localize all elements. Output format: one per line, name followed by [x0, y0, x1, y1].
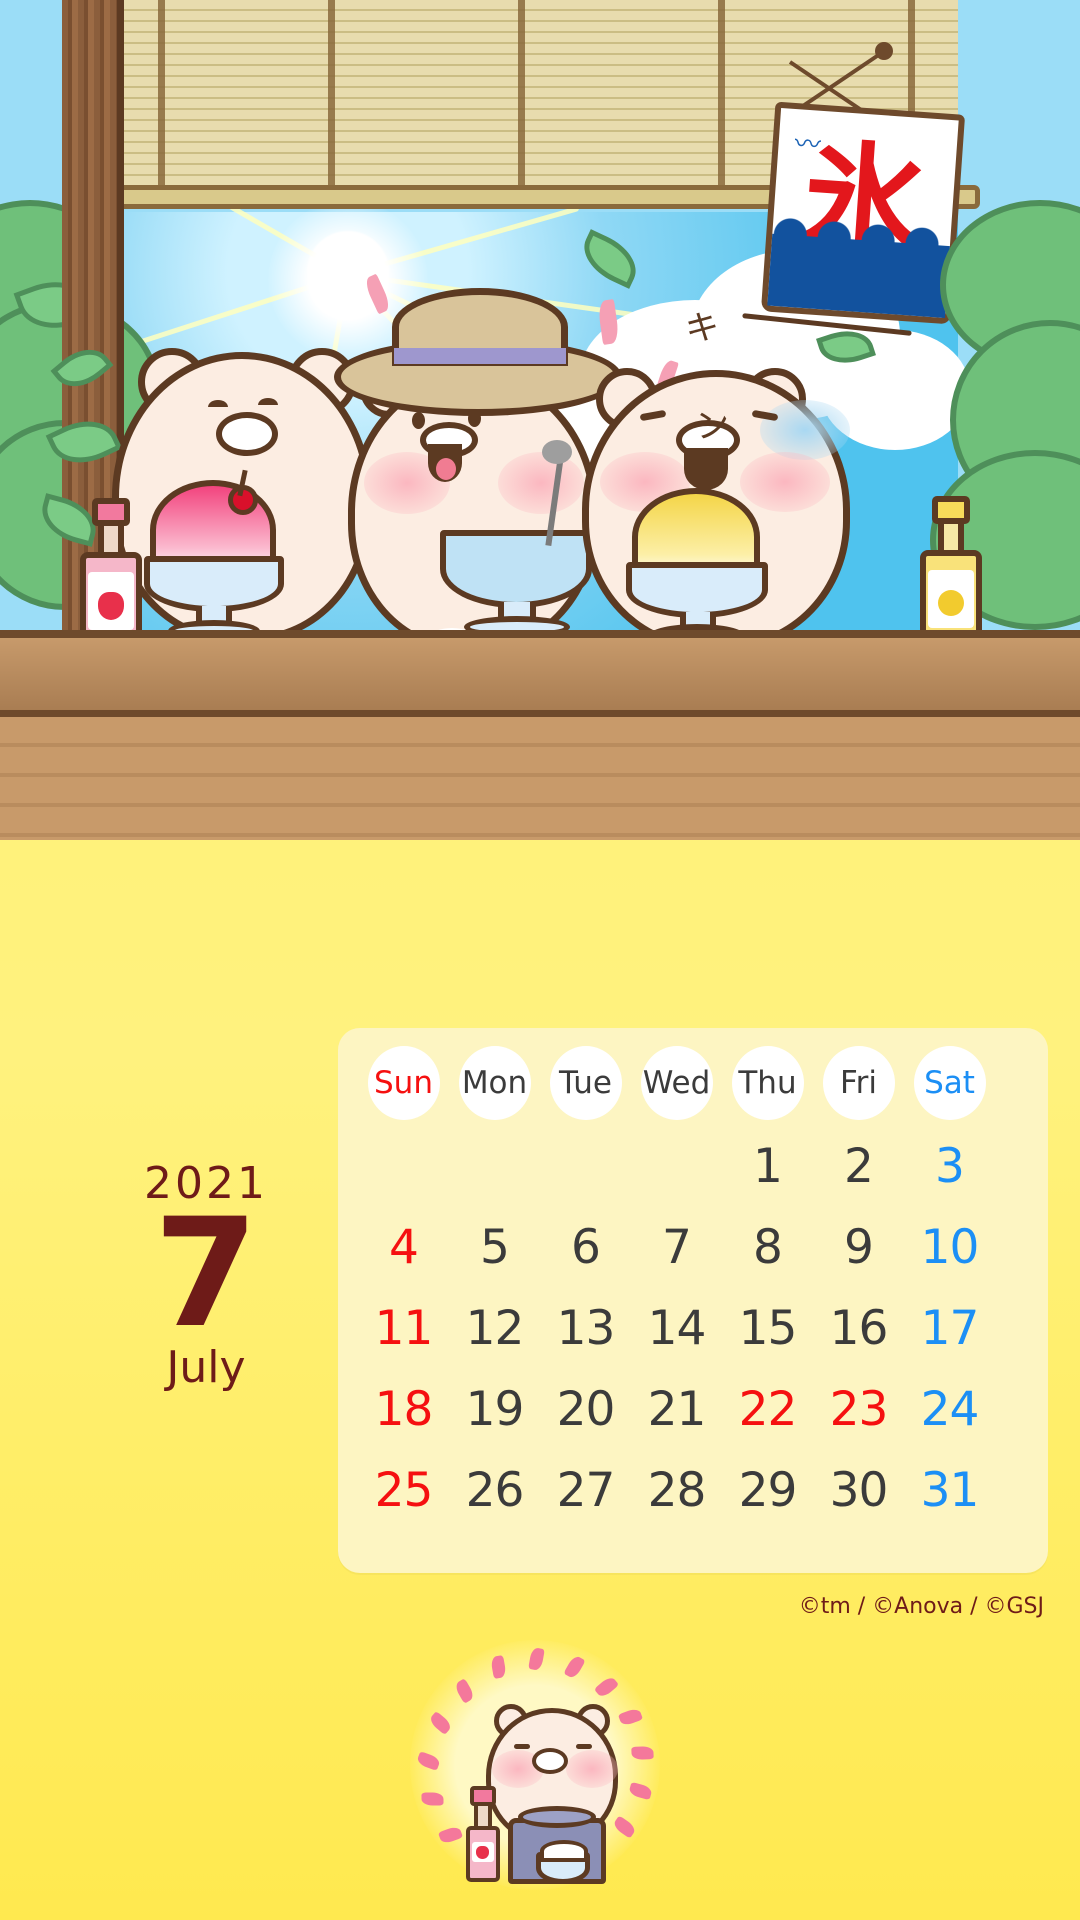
- calendar-day-23[interactable]: 23: [813, 1369, 904, 1450]
- calendar-day-8[interactable]: 8: [722, 1207, 813, 1288]
- weekday-label-sun: Sun: [367, 1046, 440, 1120]
- weekday-label-tue: Tue: [549, 1046, 622, 1120]
- calendar-day-27[interactable]: 27: [540, 1450, 631, 1531]
- weekday-cell: Fri: [813, 1046, 904, 1120]
- calendar-day-31[interactable]: 31: [904, 1450, 995, 1531]
- weekday-label-fri: Fri: [822, 1046, 895, 1120]
- mini-blush: [566, 1750, 618, 1788]
- calendar-day-19[interactable]: 19: [449, 1369, 540, 1450]
- wallpaper-page: 〰 氷 キーン 2021 7 July Sun Mon Tue Wed Thu …: [0, 0, 1080, 1920]
- banner-wave-pattern: [767, 233, 950, 318]
- wooden-deck: [0, 710, 1080, 840]
- ice-cup: [144, 556, 284, 612]
- bear-eye: [258, 398, 278, 412]
- weekday-label-mon: Mon: [458, 1046, 531, 1120]
- blush: [498, 452, 584, 514]
- calendar-day-12[interactable]: 12: [449, 1288, 540, 1369]
- calendar-day-22[interactable]: 22: [722, 1369, 813, 1450]
- calendar-day-11[interactable]: 11: [358, 1288, 449, 1369]
- mini-bottle-neck: [474, 1802, 492, 1830]
- calendar-day-empty: [540, 1126, 631, 1207]
- ice-banner: 〰 氷: [760, 101, 966, 325]
- calendar-day-28[interactable]: 28: [631, 1450, 722, 1531]
- month-number-label: 7: [153, 1187, 259, 1361]
- illustration-scene: 〰 氷 キーン: [0, 0, 1080, 840]
- calendar-day-14[interactable]: 14: [631, 1288, 722, 1369]
- ice-cup: [626, 562, 768, 618]
- mini-bear-eye: [576, 1744, 592, 1749]
- mini-bear-snout: [532, 1748, 568, 1774]
- calendar-day-9[interactable]: 9: [813, 1207, 904, 1288]
- spoon-bowl: [542, 440, 572, 464]
- calendar-day-29[interactable]: 29: [722, 1450, 813, 1531]
- weekday-cell: Thu: [722, 1046, 813, 1120]
- calendar-day-30[interactable]: 30: [813, 1450, 904, 1531]
- mini-strawberry-icon: [476, 1846, 489, 1859]
- calendar-day-26[interactable]: 26: [449, 1450, 540, 1531]
- bear-snout: [216, 412, 278, 456]
- blush: [740, 452, 830, 512]
- mini-bear-scene: [390, 1630, 690, 1900]
- tongue: [436, 458, 456, 480]
- weekday-label-wed: Wed: [640, 1046, 713, 1120]
- banner-knot: [875, 42, 893, 60]
- calendar-day-empty: [449, 1126, 540, 1207]
- cold-shade: [760, 400, 850, 460]
- weekday-cell: Mon: [449, 1046, 540, 1120]
- ice-cup: [440, 530, 592, 608]
- calendar-day-1[interactable]: 1: [722, 1126, 813, 1207]
- calendar-day-13[interactable]: 13: [540, 1288, 631, 1369]
- straw-hat-band: [394, 348, 566, 364]
- machine-ice-mound: [540, 1840, 588, 1862]
- calendar-day-15[interactable]: 15: [722, 1288, 813, 1369]
- machine-top: [518, 1806, 596, 1828]
- strawberry-icon: [98, 592, 124, 620]
- bear-eye: [412, 412, 425, 429]
- calendar-day-24[interactable]: 24: [904, 1369, 995, 1450]
- calendar-day-16[interactable]: 16: [813, 1288, 904, 1369]
- calendar-day-empty: [631, 1126, 722, 1207]
- weekday-header-row: Sun Mon Tue Wed Thu Fri Sat: [338, 1028, 1048, 1120]
- calendar-day-7[interactable]: 7: [631, 1207, 722, 1288]
- calendar-day-17[interactable]: 17: [904, 1288, 995, 1369]
- calendar-day-2[interactable]: 2: [813, 1126, 904, 1207]
- calendar-day-4[interactable]: 4: [358, 1207, 449, 1288]
- copyright-text: ©tm / ©Anova / ©GSJ: [798, 1594, 1044, 1619]
- weekday-cell: Tue: [540, 1046, 631, 1120]
- calendar-day-6[interactable]: 6: [540, 1207, 631, 1288]
- calendar-day-5[interactable]: 5: [449, 1207, 540, 1288]
- calendar-day-20[interactable]: 20: [540, 1369, 631, 1450]
- calendar-day-18[interactable]: 18: [358, 1369, 449, 1450]
- weekday-cell: Wed: [631, 1046, 722, 1120]
- weekday-cell: Sat: [904, 1046, 995, 1120]
- open-mouth: [684, 448, 728, 490]
- calendar-day-10[interactable]: 10: [904, 1207, 995, 1288]
- lemon-icon: [938, 590, 964, 616]
- bear-eye: [208, 400, 228, 414]
- weekday-cell: Sun: [358, 1046, 449, 1120]
- weekday-label-sat: Sat: [913, 1046, 986, 1120]
- sparkle-dot: [631, 1746, 654, 1760]
- month-block: 2021 7 July: [96, 1158, 316, 1393]
- mini-bear-eye: [514, 1744, 530, 1749]
- sparkle-dot: [421, 1792, 444, 1806]
- calendar-day-3[interactable]: 3: [904, 1126, 995, 1207]
- month-name-label: July: [166, 1341, 246, 1393]
- mini-bottle-cap: [470, 1786, 496, 1806]
- weekday-label-thu: Thu: [731, 1046, 804, 1120]
- calendar-day-25[interactable]: 25: [358, 1450, 449, 1531]
- calendar-day-empty: [358, 1126, 449, 1207]
- calendar-day-grid: 1 2 3 4 5 6 7 8 9 10 11 12 13 14 15 16 17 18 19 20 21 22 23 24 2…: [338, 1120, 1048, 1531]
- calendar-day-21[interactable]: 21: [631, 1369, 722, 1450]
- calendar-card: Sun Mon Tue Wed Thu Fri Sat 1 2 3 4 5 6 7 8 9 10 11 12 13 1…: [338, 1028, 1048, 1573]
- window-sill: [0, 630, 1080, 720]
